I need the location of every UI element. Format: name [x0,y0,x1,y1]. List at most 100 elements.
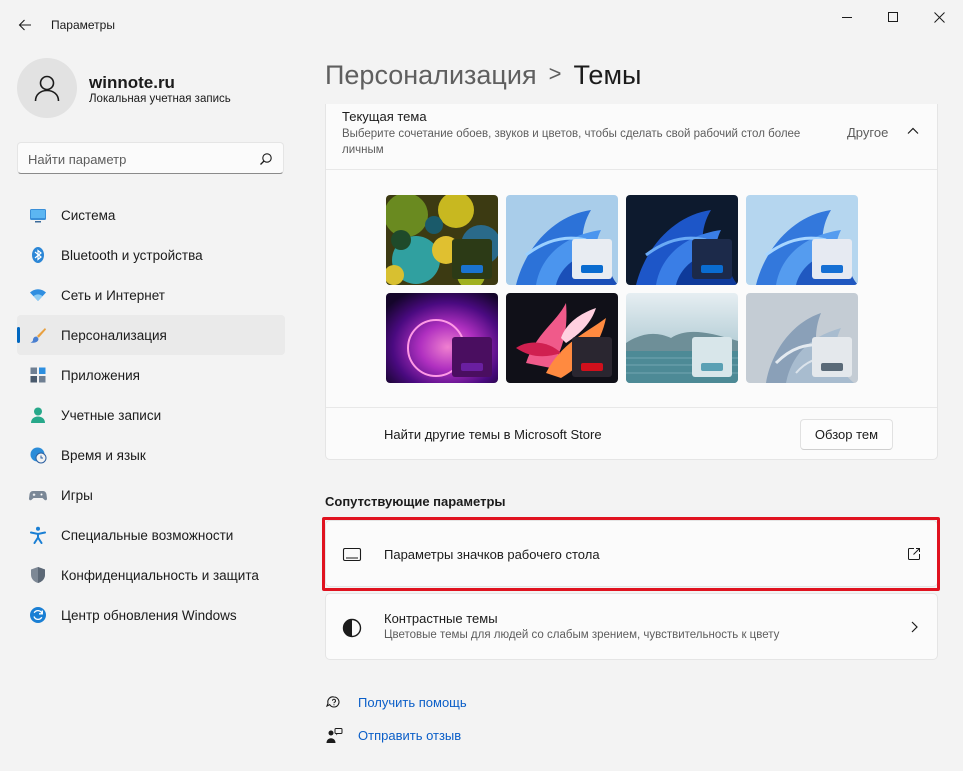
accent-color-bar [581,265,603,273]
globe-clock-icon [29,446,47,464]
back-button[interactable] [10,10,40,40]
page-title: Темы [573,60,642,90]
sidebar-item-label: Сеть и Интернет [61,287,165,303]
theme-thumbnail[interactable] [626,195,738,285]
browse-themes-button[interactable]: Обзор тем [800,419,893,450]
sidebar-item-label: Специальные возможности [61,527,234,543]
breadcrumb: Персонализация > Темы [325,60,641,91]
update-icon [29,606,47,624]
monitor-icon [29,206,47,224]
wifi-icon [29,286,47,304]
theme-preview-window [812,239,852,279]
feedback-person-icon [326,728,343,743]
back-arrow-icon [18,19,31,31]
theme-thumbnail[interactable] [506,195,618,285]
external-link-icon [908,548,920,560]
sidebar-item-label: Учетные записи [61,407,162,423]
chevron-right-icon [911,621,918,633]
current-theme-header[interactable]: Текущая тема Выберите сочетание обоев, з… [326,104,937,170]
sidebar-item-label: Персонализация [61,327,167,343]
theme-preview-window [812,337,852,377]
sidebar-item-gaming[interactable]: Игры [17,475,285,515]
person-icon [29,406,47,424]
person-outline-icon [34,75,60,102]
sidebar-item-network[interactable]: Сеть и Интернет [17,275,285,315]
desktop-icon-settings-title: Параметры значков рабочего стола [384,547,600,562]
theme-thumbnail[interactable] [746,195,858,285]
sidebar-nav: Система Bluetooth и устройства Сеть и Ин… [17,195,285,635]
chevron-up-icon[interactable] [906,124,920,138]
breadcrumb-parent[interactable]: Персонализация [325,60,537,90]
sidebar-item-time-language[interactable]: Время и язык [17,435,285,475]
accent-color-bar [581,363,603,371]
sidebar-item-label: Центр обновления Windows [61,607,237,623]
related-settings-title: Сопутствующие параметры [325,494,506,509]
sidebar-item-accessibility[interactable]: Специальные возможности [17,515,285,555]
current-theme-description: Выберите сочетание обоев, звуков и цвето… [342,128,801,156]
minimize-button[interactable] [824,0,870,34]
sidebar-item-label: Приложения [61,367,140,383]
shield-icon [29,566,47,584]
close-icon [933,11,945,23]
sidebar-item-bluetooth[interactable]: Bluetooth и устройства [17,235,285,275]
sidebar-item-label: Время и язык [61,447,146,463]
sidebar-item-windows-update[interactable]: Центр обновления Windows [17,595,285,635]
gamepad-icon [29,486,47,504]
close-button[interactable] [916,0,962,34]
sidebar-item-apps[interactable]: Приложения [17,355,285,395]
bluetooth-icon [29,246,47,264]
contrast-themes-subtitle: Цветовые темы для людей со слабым зрение… [384,629,780,641]
theme-thumbnail[interactable] [746,293,858,383]
theme-thumbnail[interactable] [386,293,498,383]
theme-preview-window [692,239,732,279]
sidebar-item-label: Игры [61,487,93,503]
user-name: winnote.ru [89,73,175,92]
theme-thumbnail[interactable] [386,195,498,285]
accessibility-icon [29,526,47,544]
accent-color-bar [701,265,723,273]
search-icon[interactable] [259,152,273,166]
contrast-themes-row[interactable]: Контрастные темы Цветовые темы для людей… [325,593,938,660]
theme-preview-window [572,337,612,377]
sidebar-item-label: Система [61,207,116,223]
theme-preview-window [692,337,732,377]
contrast-icon [342,618,362,638]
get-help-link[interactable]: Получить помощь [358,695,467,710]
accent-color-bar [461,265,483,273]
search-input[interactable] [28,149,248,169]
theme-thumbnail[interactable] [506,293,618,383]
window-title: Параметры [51,18,115,32]
current-theme-value: Другое [847,125,889,140]
store-themes-text: Найти другие темы в Microsoft Store [384,427,602,442]
search-box[interactable] [17,142,284,174]
accent-color-bar [821,265,843,273]
desktop-icon-settings-row[interactable]: Параметры значков рабочего стола [325,520,938,587]
maximize-icon [888,12,898,22]
account-type: Локальная учетная запись [89,93,231,105]
avatar[interactable] [17,58,77,118]
contrast-themes-title: Контрастные темы [384,611,498,626]
theme-preview-window [452,239,492,279]
monitor-outline-icon [342,547,362,562]
accent-color-bar [461,363,483,371]
maximize-button[interactable] [870,0,916,34]
settings-window: Параметры winnote.ru Локальная учетная з… [0,0,963,771]
current-theme-card: Текущая тема Выберите сочетание обоев, з… [325,104,938,460]
brush-icon [29,326,47,344]
help-chat-icon [326,696,340,708]
sidebar-item-system[interactable]: Система [17,195,285,235]
breadcrumb-separator: > [548,61,562,86]
theme-preview-window [452,337,492,377]
sidebar-item-label: Конфиденциальность и защита [61,567,259,583]
accent-color-bar [701,363,723,371]
sidebar-item-personalization[interactable]: Персонализация [17,315,285,355]
send-feedback-link[interactable]: Отправить отзыв [358,728,461,743]
theme-thumbnail[interactable] [626,293,738,383]
sidebar-item-privacy[interactable]: Конфиденциальность и защита [17,555,285,595]
accent-color-bar [821,363,843,371]
apps-icon [29,366,47,384]
sidebar-item-accounts[interactable]: Учетные записи [17,395,285,435]
current-theme-title: Текущая тема [342,109,427,124]
theme-preview-window [572,239,612,279]
minimize-icon [842,17,852,18]
